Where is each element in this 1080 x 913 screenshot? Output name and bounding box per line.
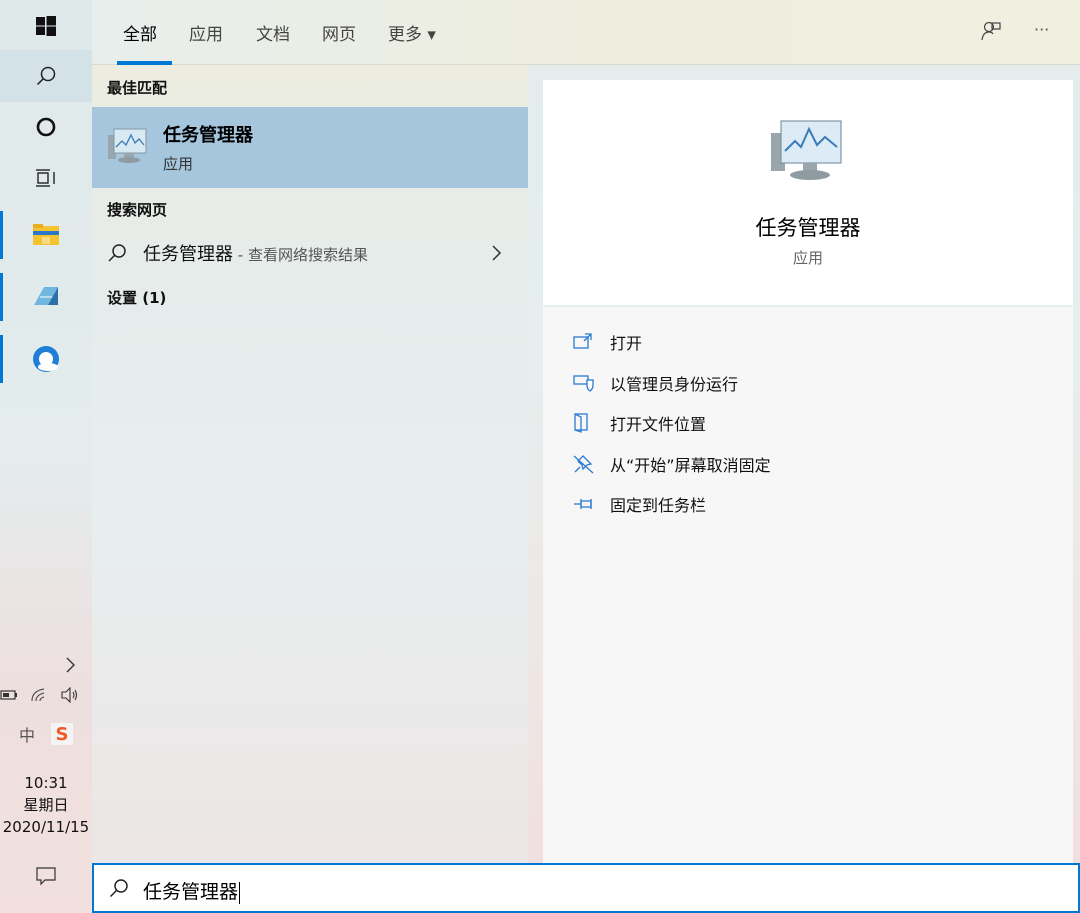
feedback-icon [981, 21, 1001, 41]
search-header: 全部 应用 文档 网页 更多 ▾ ··· [92, 0, 1080, 65]
task-view-button[interactable] [0, 152, 92, 204]
ime-indicator[interactable]: 中 [19, 722, 35, 746]
browser-app-button[interactable] [0, 333, 92, 385]
web-search-heading: 搜索网页 [107, 201, 168, 219]
search-taskbar-button[interactable] [0, 50, 92, 102]
action-unpin-start-label: 从“开始”屏幕取消固定 [610, 456, 771, 475]
action-open-file-location[interactable]: 打开文件位置 [573, 409, 706, 437]
clock[interactable]: 10:31 星期日 2020/11/15 [0, 772, 92, 838]
notepad-app-button[interactable] [0, 271, 92, 323]
action-pin-taskbar-label: 固定到任务栏 [610, 496, 707, 515]
detail-title: 任务管理器 [755, 216, 861, 240]
tray-expand-button[interactable] [0, 656, 92, 674]
taskbar: 中 S 10:31 星期日 2020/11/15 [0, 0, 92, 913]
search-icon [108, 244, 126, 262]
action-run-as-admin-label: 以管理员身份运行 [610, 375, 739, 394]
web-search-suffix: - 查看网络搜索结果 [233, 246, 368, 264]
action-open-label: 打开 [610, 334, 643, 353]
action-pin-taskbar[interactable]: 固定到任务栏 [573, 490, 706, 518]
action-open[interactable]: 打开 [573, 328, 642, 356]
best-match-item[interactable]: 任务管理器 应用 [92, 107, 528, 188]
notification-icon [36, 867, 56, 886]
search-box[interactable]: 任务管理器 [92, 863, 1080, 913]
best-match-name: 任务管理器 [163, 125, 253, 146]
search-input-value: 任务管理器 [143, 881, 239, 903]
cortana-icon [36, 117, 56, 137]
start-button[interactable] [0, 0, 92, 52]
search-icon [109, 879, 128, 898]
clock-time: 10:31 [24, 774, 68, 792]
pin-taskbar-icon [574, 499, 592, 509]
windows-logo-icon [36, 16, 56, 36]
results-pane: 最佳匹配 任务管理器 应用 搜索网页 任务管理器 - 查看网络搜索结果 设置 (… [92, 65, 528, 863]
tray-icons [0, 687, 92, 703]
tab-more[interactable]: 更多 ▾ [388, 20, 436, 45]
detail-actions: 打开 以管理员身份运行 打开文件位置 从“开始”屏幕取消固定 固定到任务栏 [543, 307, 1073, 863]
volume-icon[interactable] [60, 687, 80, 703]
web-search-item[interactable]: 任务管理器 - 查看网络搜索结果 [92, 230, 528, 274]
sogou-ime-icon[interactable]: S [51, 723, 73, 745]
chevron-right-icon [66, 657, 75, 673]
action-run-as-admin[interactable]: 以管理员身份运行 [573, 369, 738, 397]
clock-date: 2020/11/15 [2, 818, 90, 836]
unpin-icon [573, 455, 594, 474]
tab-apps[interactable]: 应用 [189, 20, 223, 45]
clock-day: 星期日 [23, 796, 69, 814]
web-search-text: 任务管理器 - 查看网络搜索结果 [143, 240, 368, 266]
wifi-icon[interactable] [30, 687, 48, 703]
tab-documents[interactable]: 文档 [256, 20, 290, 45]
action-center-button[interactable] [0, 850, 92, 902]
search-icon [36, 66, 56, 86]
web-search-query: 任务管理器 [143, 244, 233, 265]
detail-subtitle: 应用 [792, 249, 823, 267]
chevron-right-icon [492, 245, 502, 261]
notepad-icon [34, 287, 58, 305]
folder-icon [33, 224, 59, 245]
admin-shield-icon [573, 375, 594, 392]
file-location-icon [574, 413, 588, 433]
file-explorer-button[interactable] [0, 209, 92, 261]
tab-all[interactable]: 全部 [123, 20, 157, 45]
tab-web[interactable]: 网页 [322, 20, 356, 45]
task-manager-icon [108, 128, 147, 163]
more-options-button[interactable]: ··· [1034, 20, 1049, 39]
task-manager-large-icon [771, 120, 842, 180]
ime-row: 中 S [0, 722, 92, 746]
browser-icon [33, 346, 59, 372]
action-open-file-location-label: 打开文件位置 [610, 415, 707, 434]
task-view-icon [36, 169, 55, 187]
detail-card: 任务管理器 应用 [543, 80, 1073, 305]
search-input[interactable]: 任务管理器 [143, 877, 241, 904]
best-match-heading: 最佳匹配 [107, 79, 168, 97]
action-unpin-start[interactable]: 从“开始”屏幕取消固定 [573, 450, 771, 478]
open-icon [573, 333, 592, 349]
text-caret [239, 881, 241, 904]
cortana-button[interactable] [0, 101, 92, 153]
best-match-type: 应用 [163, 155, 194, 173]
settings-heading[interactable]: 设置 (1) [107, 287, 166, 308]
battery-icon[interactable] [0, 689, 18, 701]
feedback-button[interactable] [980, 20, 1002, 47]
